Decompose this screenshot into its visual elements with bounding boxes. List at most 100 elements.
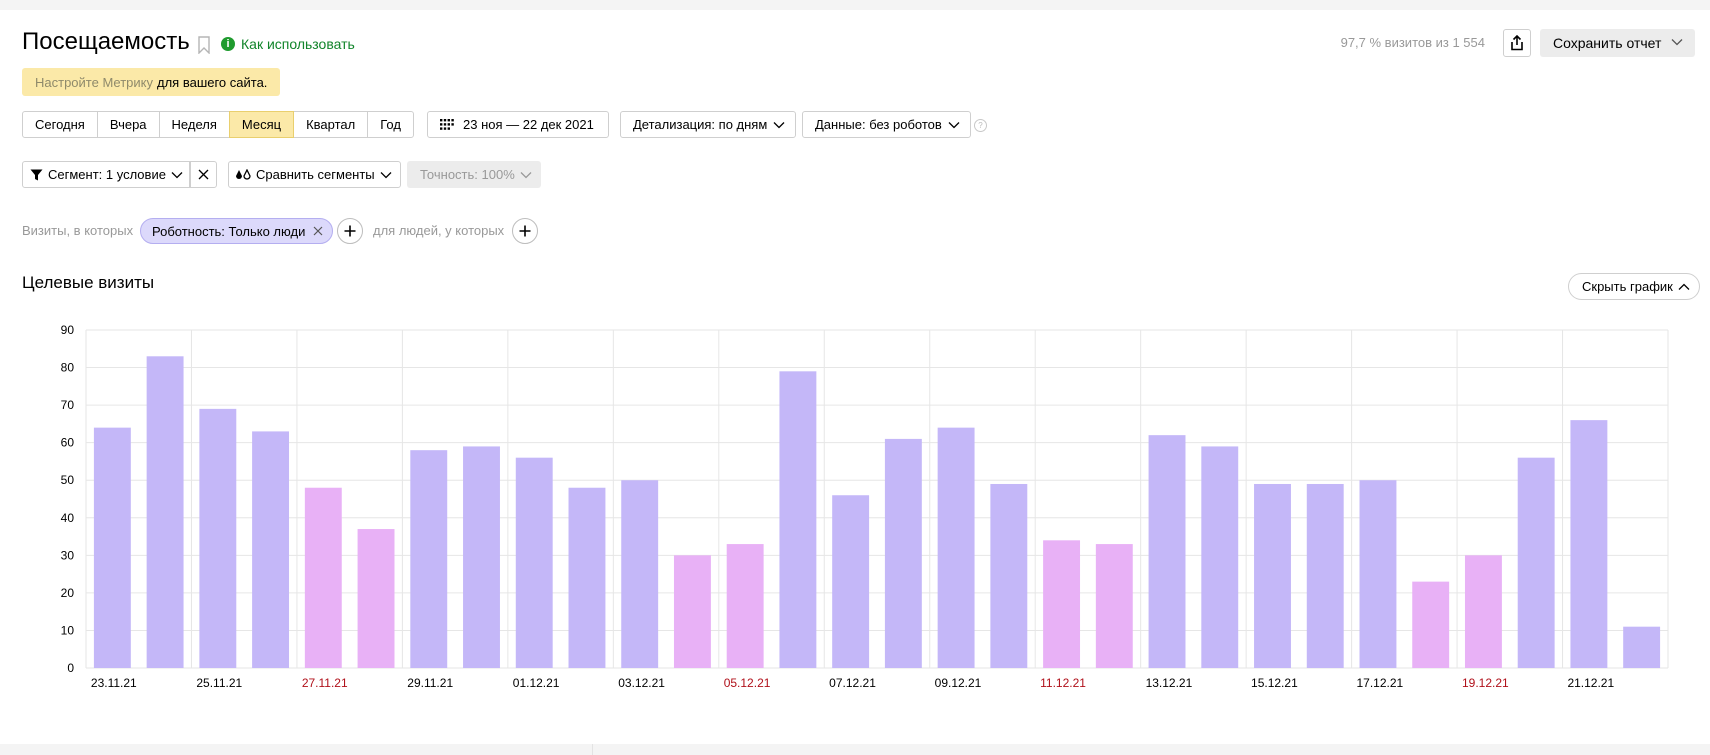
plus-icon xyxy=(344,225,356,237)
bar-20.12.21[interactable] xyxy=(1517,457,1555,668)
bar-30.11.21[interactable] xyxy=(463,446,500,668)
accuracy-label: Точность: 100% xyxy=(420,167,515,182)
data-dropdown-label: Данные: без роботов xyxy=(815,117,942,132)
people-condition-label: для людей, у которых xyxy=(373,223,505,238)
info-icon: i xyxy=(221,37,235,51)
bar-12.12.21[interactable] xyxy=(1095,544,1133,668)
y-tick-label: 50 xyxy=(61,473,75,487)
divider xyxy=(592,744,593,755)
compare-segments-label: Сравнить сегменты xyxy=(256,167,375,182)
period-quarter-button[interactable]: Квартал xyxy=(293,111,369,138)
bar-18.12.21[interactable] xyxy=(1412,581,1450,668)
how-to-use-link[interactable]: i Как использовать xyxy=(221,36,355,52)
setup-notice-text: для вашего сайта. xyxy=(157,74,268,90)
bar-08.12.21[interactable] xyxy=(884,438,922,668)
goal-visits-bar-chart: 0 10 20 30 40 50 60 70 80 90 23.11.21 25.11.21 27.11… xyxy=(61,323,1669,690)
x-tick-label: 23.11.21 xyxy=(91,676,137,690)
setup-metrika-link[interactable]: Настройте Метрику xyxy=(35,75,153,90)
bar-29.11.21[interactable] xyxy=(410,450,448,668)
add-visit-condition-button[interactable] xyxy=(337,218,363,244)
y-tick-label: 20 xyxy=(61,586,75,600)
close-icon[interactable] xyxy=(313,226,323,236)
y-tick-label: 10 xyxy=(61,623,75,637)
goal-visits-title: Целевые визиты xyxy=(22,273,155,292)
setup-notice: Настройте Метрику для вашего сайта. xyxy=(22,68,281,96)
detail-dropdown[interactable]: Детализация: по дням xyxy=(620,111,797,138)
bar-05.12.21[interactable] xyxy=(726,544,764,668)
period-selector: Сегодня Вчера Неделя Месяц Квартал Год xyxy=(22,111,414,138)
bar-13.12.21[interactable] xyxy=(1148,435,1186,668)
chevron-down-icon xyxy=(1671,39,1683,46)
share-icon xyxy=(1511,35,1523,51)
bar-07.12.21[interactable] xyxy=(832,495,870,668)
x-tick-label: 15.12.21 xyxy=(1251,676,1298,690)
share-button[interactable] xyxy=(1503,29,1531,57)
hide-chart-button[interactable]: Скрыть график xyxy=(1568,273,1700,300)
bookmark-icon[interactable] xyxy=(198,36,210,54)
x-tick-label: 11.12.21 xyxy=(1040,676,1086,690)
bar-24.11.21[interactable] xyxy=(146,356,184,668)
x-tick-label: 05.12.21 xyxy=(724,676,771,690)
bar-11.12.21[interactable] xyxy=(1043,540,1081,668)
y-tick-label: 80 xyxy=(61,361,75,375)
y-tick-label: 60 xyxy=(61,436,75,450)
y-tick-label: 90 xyxy=(61,323,75,337)
plus-icon xyxy=(519,225,531,237)
bar-14.12.21[interactable] xyxy=(1201,446,1239,668)
save-report-button[interactable]: Сохранить отчет xyxy=(1540,29,1695,57)
bar-27.11.21[interactable] xyxy=(304,487,342,668)
how-to-use-label: Как использовать xyxy=(241,36,355,52)
bar-04.12.21[interactable] xyxy=(673,555,711,668)
add-people-condition-button[interactable] xyxy=(512,218,538,244)
chevron-down-icon xyxy=(380,171,392,178)
bar-03.12.21[interactable] xyxy=(621,480,659,668)
bar-25.11.21[interactable] xyxy=(199,408,237,668)
y-tick-label: 70 xyxy=(61,398,75,412)
visits-share-text: 97,7 % визитов из 1 554 xyxy=(1340,35,1485,50)
robotness-filter-chip[interactable]: Роботность: Только люди xyxy=(140,218,334,244)
bar-15.12.21[interactable] xyxy=(1254,483,1291,668)
bar-28.11.21[interactable] xyxy=(357,529,395,668)
clear-segment-button[interactable] xyxy=(189,161,217,188)
bar-22.12.21[interactable] xyxy=(1623,626,1661,668)
bar-26.11.21[interactable] xyxy=(252,431,290,668)
bar-16.12.21[interactable] xyxy=(1306,483,1344,668)
x-tick-label: 25.11.21 xyxy=(196,676,242,690)
chevron-down-icon xyxy=(520,171,532,178)
date-range-picker[interactable]: 23 ноя — 22 дек 2021 xyxy=(427,111,609,138)
period-month-button[interactable]: Месяц xyxy=(228,111,295,138)
page-title: Посещаемость xyxy=(22,28,190,55)
bar-10.12.21[interactable] xyxy=(990,483,1028,668)
help-icon[interactable]: ? xyxy=(974,119,987,132)
bar-02.12.21[interactable] xyxy=(568,487,606,668)
bar-19.12.21[interactable] xyxy=(1464,555,1502,668)
period-week-button[interactable]: Неделя xyxy=(158,111,230,138)
x-tick-label: 01.12.21 xyxy=(513,676,560,690)
x-tick-label: 09.12.21 xyxy=(935,676,982,690)
x-tick-label: 21.12.21 xyxy=(1567,676,1614,690)
x-tick-label: 19.12.21 xyxy=(1462,676,1509,690)
period-today-button[interactable]: Сегодня xyxy=(22,111,98,138)
chevron-down-icon xyxy=(171,171,183,178)
bar-01.12.21[interactable] xyxy=(515,457,553,668)
bottom-strip xyxy=(0,744,1710,755)
period-year-button[interactable]: Год xyxy=(367,111,414,138)
period-yesterday-button[interactable]: Вчера xyxy=(96,111,160,138)
visits-condition-label: Визиты, в которых xyxy=(22,223,134,238)
bar-17.12.21[interactable] xyxy=(1359,480,1397,668)
bar-21.12.21[interactable] xyxy=(1570,420,1608,668)
bar-23.11.21[interactable] xyxy=(93,427,131,668)
accuracy-dropdown[interactable]: Точность: 100% xyxy=(407,161,541,188)
bar-09.12.21[interactable] xyxy=(937,427,975,668)
compare-segments-button[interactable]: Сравнить сегменты xyxy=(228,161,401,188)
bar-06.12.21[interactable] xyxy=(779,371,817,668)
filter-icon xyxy=(30,169,43,180)
x-tick-label: 17.12.21 xyxy=(1357,676,1404,690)
y-tick-label: 0 xyxy=(67,661,74,675)
segment-button[interactable]: Сегмент: 1 условие xyxy=(22,161,191,188)
data-dropdown[interactable]: Данные: без роботов xyxy=(802,111,971,138)
y-tick-label: 30 xyxy=(61,548,75,562)
chevron-down-icon xyxy=(773,121,785,128)
date-range-label: 23 ноя — 22 дек 2021 xyxy=(463,117,594,132)
x-tick-label: 13.12.21 xyxy=(1146,676,1193,690)
